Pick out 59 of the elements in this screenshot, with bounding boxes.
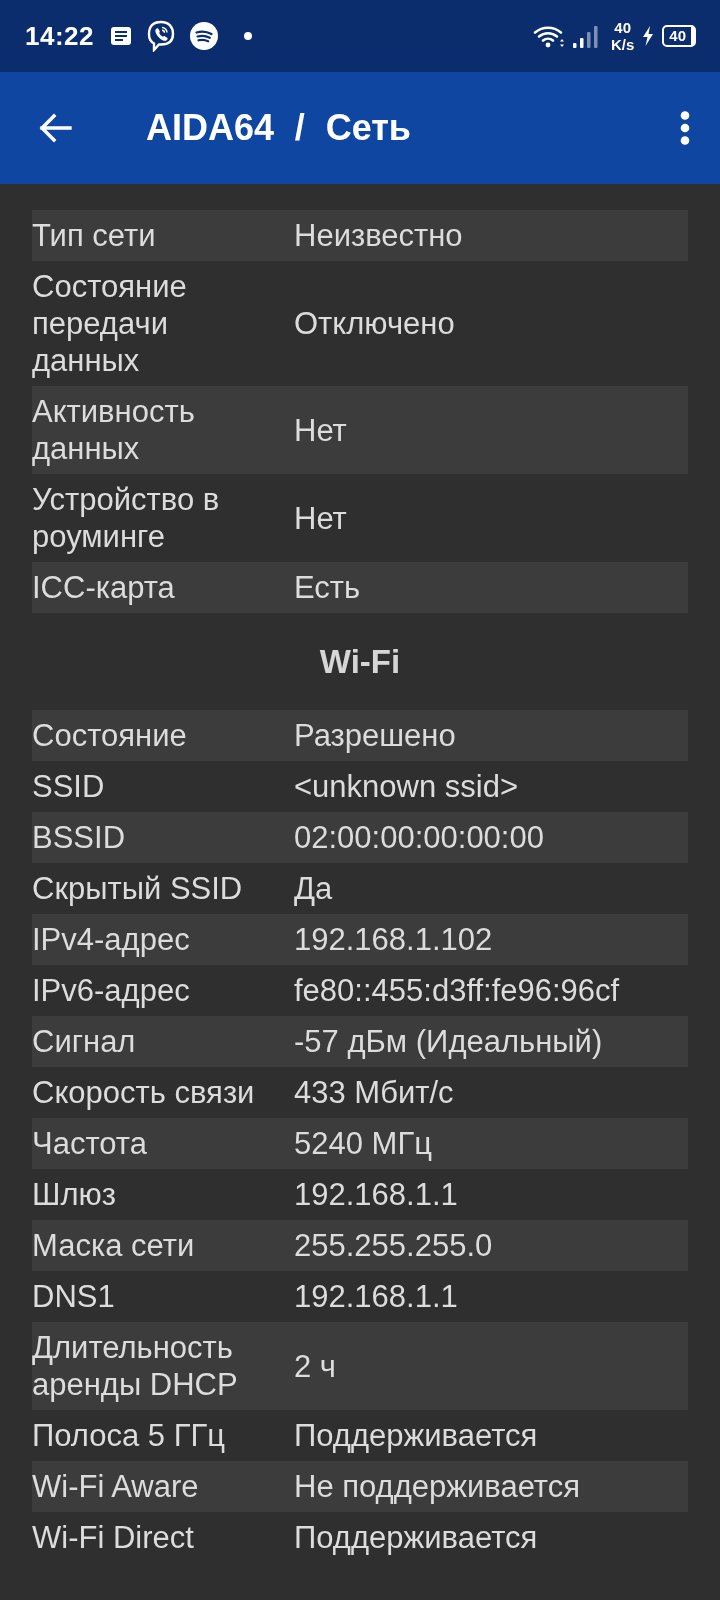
- property-value: 2 ч: [294, 1347, 337, 1385]
- back-arrow-icon: [38, 113, 72, 143]
- signal-icon: [572, 24, 599, 48]
- section-heading: Wi-Fi: [319, 641, 401, 682]
- property-label: Маска сети: [32, 1227, 196, 1264]
- property-value: 192.168.1.1: [294, 1176, 459, 1213]
- network-speed-value: 40: [614, 19, 631, 36]
- property-label: Частота: [32, 1125, 148, 1162]
- property-value: Нет: [294, 411, 348, 449]
- more-options-icon: [680, 111, 690, 145]
- property-value: Отключено: [294, 305, 456, 342]
- property-value: <unknown ssid>: [294, 768, 520, 805]
- property-value: Поддерживается: [294, 1417, 539, 1454]
- property-label: Тип сети: [32, 217, 157, 254]
- property-label: SSID: [32, 768, 106, 805]
- property-value: -57 дБм (Идеальный): [294, 1023, 604, 1060]
- property-label: DNS1: [32, 1278, 116, 1315]
- property-label: IPv6-адрес: [32, 972, 191, 1009]
- property-value: 255.255.255.0: [294, 1227, 494, 1264]
- property-value: 02:00:00:00:00:00: [294, 819, 545, 856]
- property-value: Неизвестно: [294, 217, 464, 254]
- message-icon: [110, 26, 132, 46]
- property-label: Состояние: [32, 717, 188, 754]
- screen-title: AIDA64 / Сеть: [146, 106, 411, 150]
- property-label: Длительность аренды DHCP: [32, 1329, 239, 1403]
- property-label: Сигнал: [32, 1023, 137, 1060]
- property-value: Есть: [294, 569, 362, 606]
- phone-bubble-icon: [146, 20, 176, 52]
- dot-icon: [244, 32, 252, 40]
- property-label: Wi-Fi Aware: [32, 1468, 200, 1505]
- property-label: Полоса 5 ГГц: [32, 1417, 227, 1454]
- status-time: 14:22: [25, 19, 94, 53]
- property-value: Поддерживается: [294, 1519, 539, 1556]
- property-value: Нет: [294, 499, 348, 537]
- property-value: Да: [294, 870, 334, 907]
- property-label: Wi-Fi Direct: [32, 1519, 195, 1556]
- more-options-button[interactable]: [680, 111, 690, 145]
- circle-arcs-icon: [190, 22, 218, 50]
- property-value: fe80::455:d3ff:fe96:96cf: [294, 972, 621, 1009]
- property-value: 192.168.1.1: [294, 1278, 459, 1315]
- property-label: Состояние передачи данных: [32, 268, 188, 379]
- property-label: Скорость связи: [32, 1074, 256, 1111]
- property-label: Активность данных: [32, 393, 196, 467]
- battery-indicator: 40: [662, 25, 696, 47]
- property-label: ICC-карта: [32, 569, 176, 606]
- property-label: IPv4-адрес: [32, 921, 191, 958]
- property-label: Устройство в роуминге: [32, 481, 221, 555]
- property-value: Разрешено: [294, 717, 457, 754]
- property-label: BSSID: [32, 819, 127, 856]
- property-value: Не поддерживается: [294, 1468, 581, 1505]
- back-button[interactable]: [38, 113, 72, 143]
- charging-bolt-icon: [642, 26, 655, 46]
- property-value: 192.168.1.102: [294, 921, 494, 958]
- property-label: Шлюз: [32, 1176, 117, 1213]
- wifi-icon: [532, 24, 565, 48]
- network-speed-unit: K/s: [610, 36, 635, 53]
- property-value: 433 Мбит/с: [294, 1074, 455, 1111]
- property-value: 5240 МГц: [294, 1125, 433, 1162]
- property-label: Скрытый SSID: [32, 870, 244, 907]
